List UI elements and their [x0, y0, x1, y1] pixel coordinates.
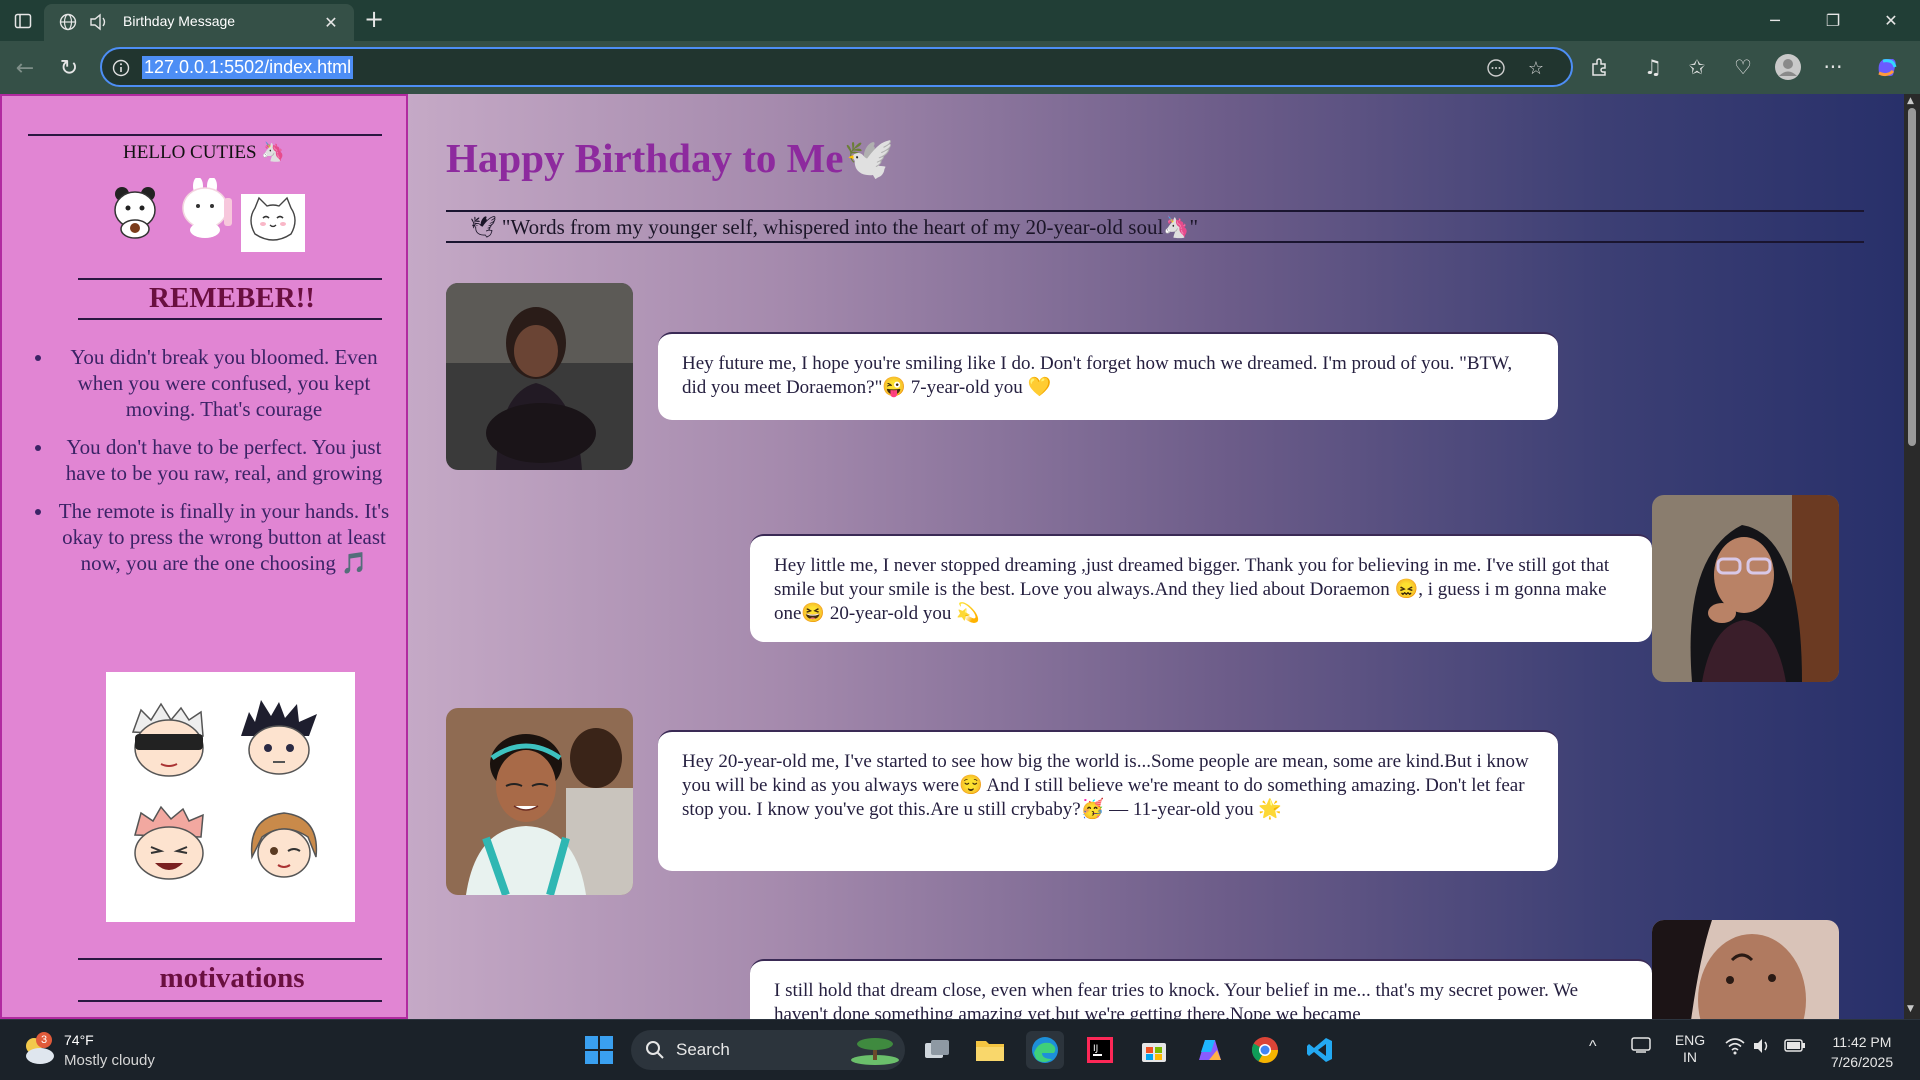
sidebar: HELLO CUTIES 🦄 REMEBER!! You didn't brea… — [0, 94, 408, 1019]
search-highlight-icon — [849, 1034, 901, 1066]
message-bubble: Hey little me, I never stopped dreaming … — [750, 534, 1652, 642]
message-text: I still hold that dream close, even when… — [774, 980, 1579, 1019]
scroll-up-arrow[interactable]: ▲ — [1907, 96, 1914, 106]
wifi-icon[interactable] — [1725, 1037, 1745, 1058]
motivations-heading: motivations — [159, 962, 305, 994]
divider — [78, 278, 382, 280]
clock-date: 7/26/2025 — [1830, 1054, 1894, 1070]
url-text[interactable]: 127.0.0.1:5502/index.html — [142, 56, 354, 79]
reload-icon[interactable]: ↻ — [54, 53, 84, 83]
health-icon[interactable]: ♡ — [1728, 52, 1758, 82]
taskbar-search[interactable]: Search — [631, 1030, 905, 1070]
message-bubble: Hey future me, I hope you're smiling lik… — [658, 332, 1558, 420]
message-bubble: Hey 20-year-old me, I've started to see … — [658, 730, 1558, 871]
search-icon — [645, 1040, 665, 1065]
windows-start-icon[interactable] — [580, 1031, 618, 1069]
photo-childhood-1 — [446, 283, 633, 470]
close-icon[interactable]: ✕ — [320, 11, 342, 33]
photo-present-2 — [1652, 920, 1839, 1019]
remember-list: You didn't break you bloomed. Even when … — [54, 344, 394, 588]
tab-birthday-message[interactable]: Birthday Message ✕ — [44, 4, 354, 41]
clock-time: 11:42 PM — [1832, 1034, 1892, 1050]
vscode-icon[interactable] — [1301, 1031, 1339, 1069]
windows-taskbar: 3 74°F Mostly cloudy Search IJ ^ ENG IN … — [0, 1019, 1920, 1080]
info-icon[interactable] — [110, 57, 132, 79]
quote-text: 🕊 "Words from my younger self, whispered… — [470, 215, 1199, 239]
divider — [78, 318, 382, 320]
list-item: The remote is finally in your hands. It'… — [54, 498, 394, 576]
tab-title: Birthday Message — [123, 13, 236, 29]
bunny-sticker — [178, 177, 236, 240]
reading-icon[interactable] — [1485, 57, 1507, 79]
anime-face-blindfold — [131, 702, 204, 777]
edge-icon[interactable] — [1026, 1031, 1064, 1069]
weather-badge: 3 — [36, 1032, 52, 1048]
intellij-icon[interactable]: IJ — [1081, 1031, 1119, 1069]
address-bar[interactable]: 127.0.0.1:5502/index.html ☆ — [100, 47, 1573, 87]
divider — [28, 134, 382, 136]
language-indicator[interactable]: ENG IN — [1670, 1032, 1710, 1066]
scroll-thumb[interactable] — [1908, 108, 1916, 446]
svg-text:IJ: IJ — [1093, 1044, 1098, 1054]
list-item: You don't have to be perfect. You just h… — [54, 434, 394, 486]
message-bubble: I still hold that dream close, even when… — [750, 959, 1652, 1019]
chevron-up-icon[interactable]: ^ — [1589, 1038, 1597, 1056]
message-text: Hey 20-year-old me, I've started to see … — [682, 751, 1529, 820]
hello-heading: HELLO CUTIES 🦄 — [123, 142, 285, 163]
photo-childhood-2 — [446, 708, 633, 895]
search-label: Search — [676, 1040, 730, 1059]
message-text: Hey little me, I never stopped dreaming … — [774, 555, 1610, 624]
chrome-icon[interactable] — [1246, 1031, 1284, 1069]
task-view-icon[interactable] — [918, 1031, 956, 1069]
minimize-icon[interactable]: ─ — [1760, 8, 1790, 34]
volume-icon[interactable] — [1752, 1037, 1772, 1058]
window-close-icon[interactable]: ✕ — [1876, 8, 1906, 34]
page-viewport: HELLO CUTIES 🦄 REMEBER!! You didn't brea… — [0, 94, 1920, 1019]
m365-copilot-icon[interactable] — [1191, 1031, 1229, 1069]
browser-navbar: ← ↻ 127.0.0.1:5502/index.html ☆ ♫ ✩ ♡ ··… — [0, 41, 1920, 94]
page-title: Happy Birthday to Me🕊️ — [446, 135, 895, 181]
anime-sticker-card — [106, 672, 355, 922]
remember-heading: REMEBER!! — [149, 282, 315, 314]
page-scrollbar[interactable]: ▲ ▼ — [1904, 94, 1920, 1019]
microsoft-store-icon[interactable] — [1135, 1031, 1173, 1069]
weather-icon[interactable]: 3 — [20, 1032, 56, 1068]
list-item: You didn't break you bloomed. Even when … — [54, 344, 394, 422]
main-content: Happy Birthday to Me🕊️ 🕊 "Words from my … — [408, 94, 1904, 1019]
battery-icon[interactable] — [1784, 1037, 1806, 1056]
favorites-icon[interactable]: ✩ — [1682, 52, 1712, 82]
panda-sticker — [110, 184, 160, 239]
star-icon[interactable]: ☆ — [1525, 57, 1547, 79]
scroll-down-arrow[interactable]: ▼ — [1907, 1004, 1914, 1014]
music-icon[interactable]: ♫ — [1638, 52, 1668, 82]
anime-face-spiky — [241, 700, 317, 775]
browser-titlebar: Birthday Message ✕ + ─ ❐ ✕ — [0, 0, 1920, 41]
cat-sticker — [241, 194, 305, 252]
copilot-icon[interactable] — [1872, 52, 1902, 82]
globe-icon — [58, 12, 78, 32]
message-text: Hey future me, I hope you're smiling lik… — [682, 353, 1513, 398]
profile-icon[interactable] — [1773, 52, 1803, 82]
sidebar-toggle-icon[interactable] — [12, 10, 34, 32]
speaker-icon[interactable] — [88, 12, 110, 32]
anime-face-wink — [250, 812, 318, 878]
clock[interactable]: 11:42 PM 7/26/2025 — [1822, 1032, 1902, 1072]
extensions-icon[interactable] — [1585, 52, 1615, 82]
divider — [78, 958, 382, 960]
restore-icon[interactable]: ❐ — [1818, 8, 1848, 34]
anime-face-pink — [134, 805, 204, 880]
display-icon[interactable] — [1631, 1036, 1651, 1057]
plus-icon[interactable]: + — [360, 7, 388, 32]
photo-present-1 — [1652, 495, 1839, 682]
weather-description: Mostly cloudy — [64, 1052, 155, 1069]
weather-temp: 74°F — [64, 1032, 94, 1048]
file-explorer-icon[interactable] — [971, 1031, 1009, 1069]
divider — [78, 1000, 382, 1002]
back-icon[interactable]: ← — [10, 53, 40, 83]
quote-band: 🕊 "Words from my younger self, whispered… — [446, 210, 1864, 243]
more-icon[interactable]: ··· — [1818, 52, 1848, 82]
